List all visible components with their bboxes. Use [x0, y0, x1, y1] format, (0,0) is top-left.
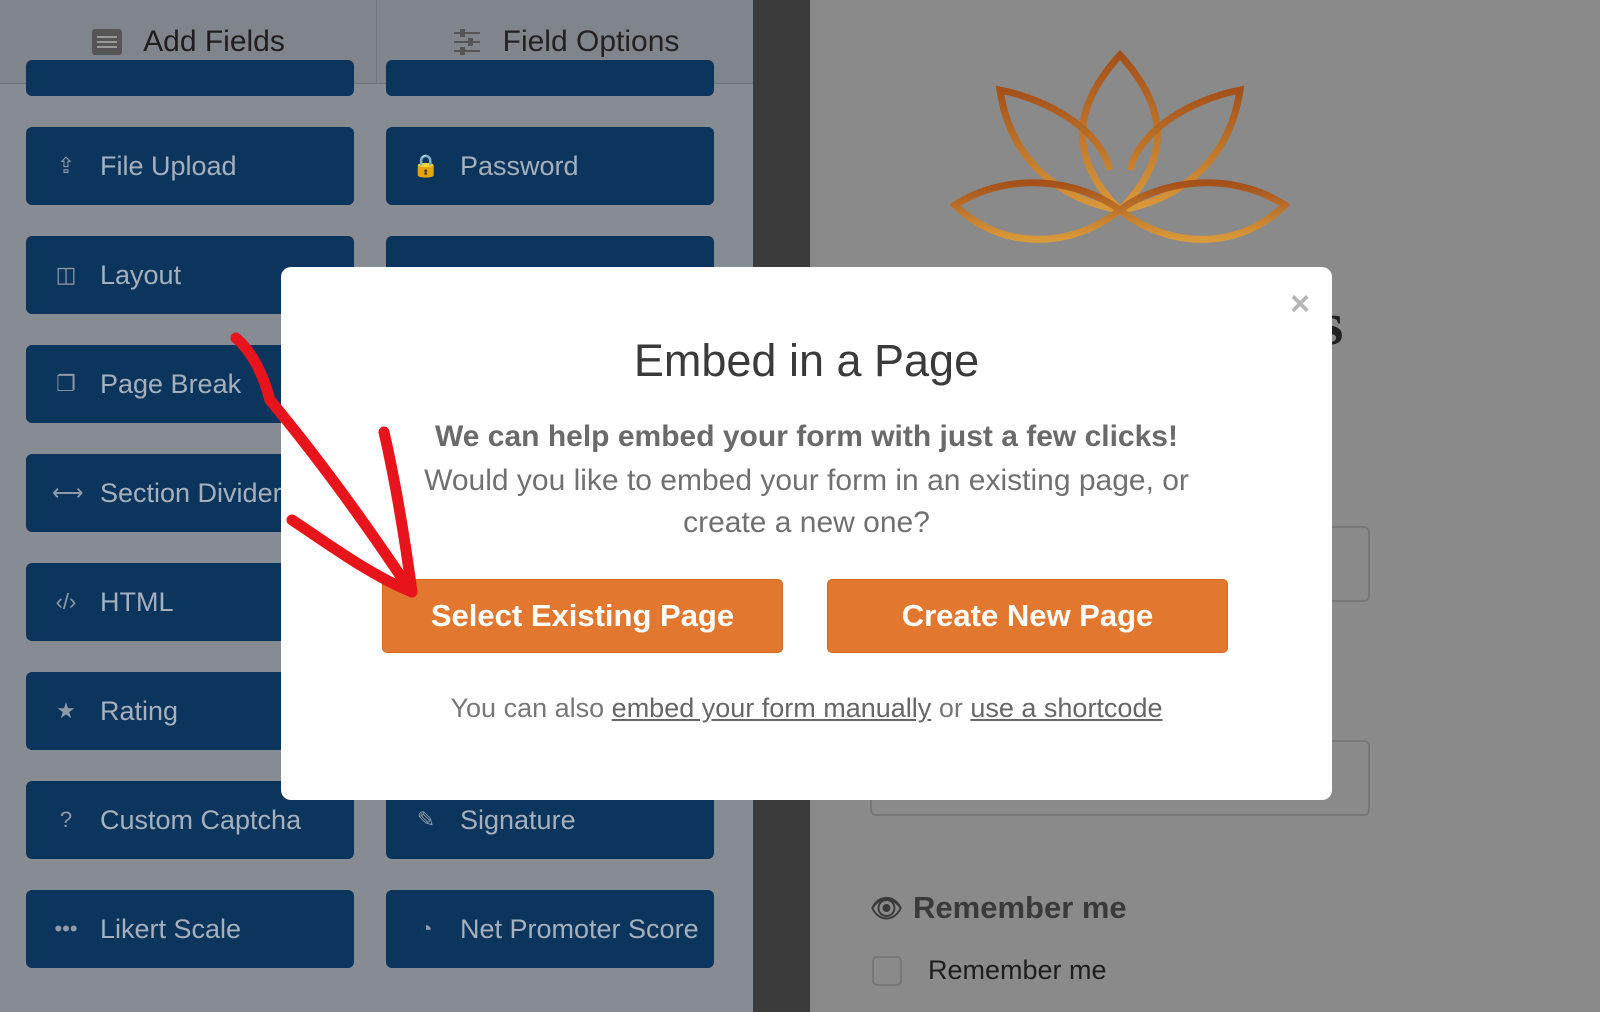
field-button[interactable]: 🔒 Password — [386, 127, 714, 205]
field-button-label: Layout — [100, 259, 182, 290]
sliders-icon — [453, 28, 480, 55]
field-button-label: Net Promoter Score — [460, 913, 699, 944]
field-button[interactable]: ••• Likert Scale — [26, 890, 354, 968]
question-circle-icon: ? — [59, 807, 73, 832]
remember-me-checkbox[interactable] — [872, 955, 902, 986]
field-button[interactable]: ⇪ File Upload — [26, 127, 354, 205]
arrows-h-icon: ⟷ — [52, 480, 84, 505]
field-button-partial[interactable] — [386, 60, 714, 96]
field-button[interactable]: ◔ Net Promoter Score — [386, 890, 714, 968]
field-button-label: Signature — [460, 804, 576, 835]
field-button-label: Likert Scale — [100, 913, 242, 944]
gauge-icon: ◔ — [419, 916, 433, 941]
code-icon: ‹/› — [55, 589, 77, 614]
modal-subtitle: We can help embed your form with just a … — [435, 420, 1178, 453]
tab-label: Field Options — [502, 24, 680, 58]
field-button-label: Section Divider — [100, 477, 282, 508]
create-new-page-button[interactable]: Create New Page — [827, 579, 1228, 653]
field-button-label: Page Break — [100, 368, 242, 399]
field-button-label: HTML — [100, 586, 174, 617]
tab-label: Add Fields — [143, 24, 285, 58]
modal-description: Would you like to embed your form in an … — [424, 464, 1189, 539]
close-icon[interactable]: × — [1290, 285, 1310, 324]
embed-modal: × Embed in a Page We can help embed your… — [281, 267, 1332, 800]
field-button-label: Custom Captcha — [100, 804, 302, 835]
pencil-icon: ✎ — [416, 807, 436, 832]
copy-icon: ❐ — [56, 371, 76, 396]
lotus-logo — [950, 50, 1290, 243]
field-button-partial[interactable] — [26, 60, 354, 96]
field-button-label: Rating — [100, 695, 179, 726]
remember-me-label: 👁 Remember me — [870, 890, 1127, 925]
modal-title: Embed in a Page — [633, 335, 980, 386]
lock-icon: 🔒 — [412, 153, 440, 178]
select-existing-page-button[interactable]: Select Existing Page — [382, 579, 783, 653]
ellipsis-icon: ••• — [54, 916, 78, 941]
star-icon: ★ — [56, 698, 76, 723]
upload-icon: ⇪ — [56, 153, 76, 178]
embed-manually-link[interactable]: embed your form manually — [612, 693, 932, 723]
list-icon — [92, 28, 123, 55]
field-button-label: Password — [460, 150, 579, 181]
modal-footer: You can also embed your form manually or… — [450, 693, 1163, 723]
use-shortcode-link[interactable]: use a shortcode — [970, 693, 1162, 723]
remember-me-option[interactable]: Remember me — [872, 955, 1107, 986]
field-button-label: File Upload — [100, 150, 237, 181]
columns-icon: ◫ — [55, 262, 77, 287]
eye-slash-icon: 👁 — [870, 892, 904, 923]
